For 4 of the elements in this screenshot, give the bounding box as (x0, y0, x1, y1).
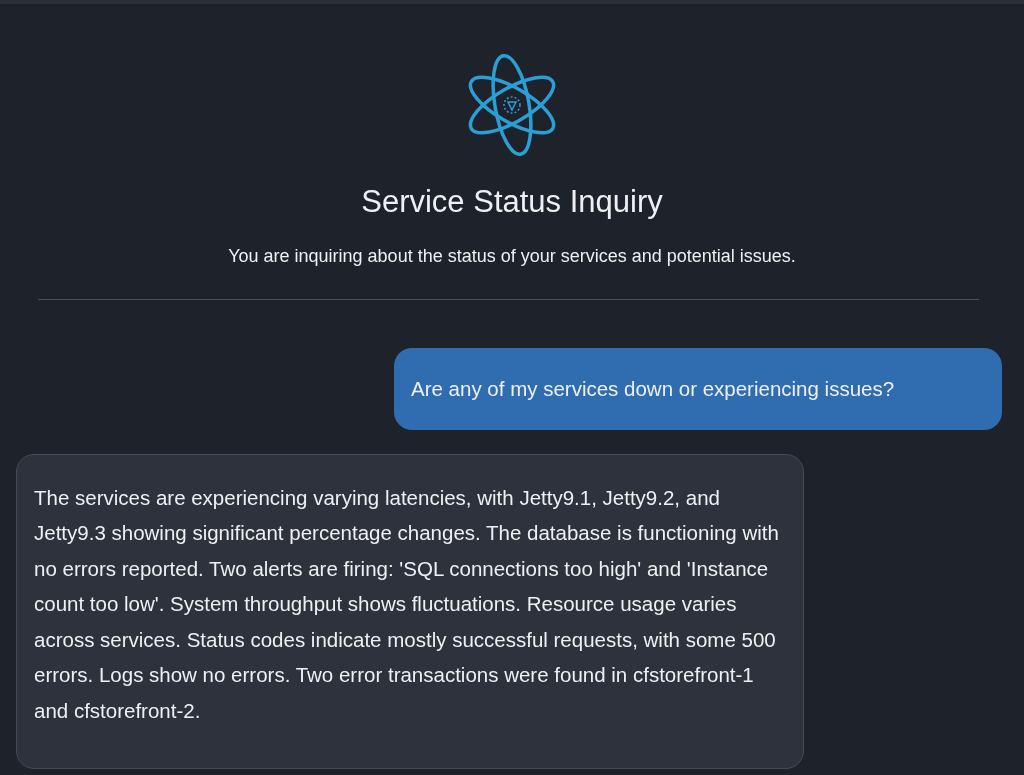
page-subtitle: You are inquiring about the status of your services and potential issues. (228, 246, 796, 267)
page-title: Service Status Inquiry (361, 184, 663, 220)
assistant-message: The services are experiencing varying latencies, with Jetty9.1, Jetty9.2, and Jetty9.3 showing significant percentage changes. The database is functioning with no errors reported. Two alerts are firing: 'SQL connections too high' and 'Instance count too low'. System throughput shows fluctuations. Resource usage varies across services. Status codes indicate mostly successful requests, with some 500 errors. Logs show no errors. Two error transactions were found in cfstorefront-1 and cfstorefront-2. (16, 453, 804, 769)
user-message: Are any of my services down or experiencing issues? (394, 348, 1002, 430)
